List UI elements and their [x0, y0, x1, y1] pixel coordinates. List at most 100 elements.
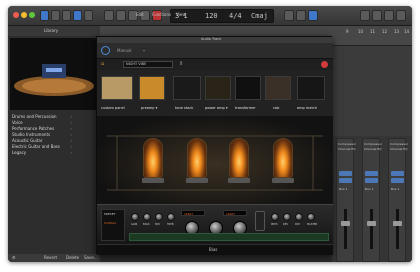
- lcd-key: Cmaj: [251, 12, 268, 20]
- bus-send-button[interactable]: [391, 178, 404, 183]
- library-footer: ⚙ Revert Delete Save...: [8, 254, 100, 262]
- plugin-window-title: Audio Track: [201, 37, 222, 41]
- ruler-mark: 14: [404, 29, 410, 34]
- browser-button[interactable]: [384, 10, 394, 21]
- rewind-button[interactable]: [104, 10, 114, 21]
- library-title: Library: [44, 28, 58, 33]
- library-item-legacy[interactable]: Legacy ›: [12, 150, 96, 156]
- volume-fader[interactable]: [393, 221, 402, 226]
- bus-send-button[interactable]: [339, 178, 352, 183]
- library-toggle-button[interactable]: [40, 10, 49, 21]
- library-panel: Library Drums and Percussion › Voice › Per…: [8, 26, 100, 262]
- treble-knob[interactable]: [167, 213, 175, 221]
- export-icon[interactable]: ⇪: [179, 62, 183, 67]
- reverb-knob[interactable]: [283, 213, 291, 221]
- circuit-lines: [107, 135, 323, 191]
- inspector-button[interactable]: [396, 10, 406, 21]
- ruler-mark: 12: [382, 29, 388, 34]
- stage-image: [10, 38, 98, 110]
- home-icon[interactable]: ⌂: [101, 62, 104, 67]
- delete-button[interactable]: Delete: [66, 256, 79, 260]
- plugin-header: Manual ▾: [97, 43, 333, 59]
- tube-socket: [142, 178, 164, 183]
- presence-knob[interactable]: [271, 213, 279, 221]
- bypass-switch[interactable]: [255, 211, 265, 231]
- vacuum-tube: [229, 138, 249, 178]
- ruler-mark: 11: [370, 29, 376, 34]
- loops-button[interactable]: [372, 10, 382, 21]
- signal-label: custom panel: [101, 106, 125, 110]
- record-icon[interactable]: [321, 61, 328, 68]
- volume-fader-track: [344, 209, 347, 249]
- main-toolbar: 3 1 120 4/4 Cmaj: [8, 6, 412, 26]
- chevron-right-icon: ›: [70, 144, 72, 149]
- save-button[interactable]: Save...: [84, 256, 98, 260]
- volume-fader[interactable]: [341, 221, 350, 226]
- bus-send-button[interactable]: [365, 178, 378, 183]
- custom-panel-module[interactable]: [101, 76, 133, 100]
- metronome-button[interactable]: [308, 10, 318, 21]
- channel-strip: Compressor Channel EQ Bus 1: [388, 138, 408, 262]
- vacuum-tube: [187, 138, 207, 178]
- transformer-module[interactable]: [235, 76, 261, 100]
- pedal-strip[interactable]: [129, 233, 329, 241]
- ruler-mark: 9: [346, 29, 349, 34]
- minimize-window-button[interactable]: [21, 12, 27, 18]
- signal-label: tone stack: [175, 106, 194, 110]
- tube-socket: [228, 178, 250, 183]
- tube-socket: [186, 178, 208, 183]
- tone-stack-module[interactable]: [173, 76, 201, 100]
- revert-button[interactable]: Revert: [44, 256, 57, 260]
- gear-icon[interactable]: ⚙: [12, 256, 16, 260]
- view-menu[interactable]: View: [176, 13, 186, 17]
- bus-send-button[interactable]: [391, 171, 404, 176]
- patch-preview-image: [10, 38, 98, 110]
- right-tube-display[interactable]: 12AX7: [223, 210, 247, 216]
- lcd-tempo: 120: [205, 12, 218, 20]
- cycle-button[interactable]: [284, 10, 294, 21]
- master-knob[interactable]: [307, 213, 315, 221]
- gain-knob[interactable]: [131, 213, 139, 221]
- preamp-module[interactable]: [139, 76, 165, 100]
- bass-knob[interactable]: [143, 213, 151, 221]
- bus-send-button[interactable]: [365, 171, 378, 176]
- chevron-right-icon: ›: [70, 126, 72, 131]
- mixer-fader-row: [100, 254, 332, 262]
- zoom-window-button[interactable]: [29, 12, 35, 18]
- power-amp-module[interactable]: [205, 76, 231, 100]
- plugin-subbar: ⌂ NIGHT VIBE ⇪: [97, 59, 333, 70]
- signal-chain: custom panel preamp ▾ tone stack power a…: [97, 70, 333, 116]
- chevron-down-icon[interactable]: ▾: [143, 49, 145, 53]
- chevron-right-icon: ›: [70, 138, 72, 143]
- volume-fader[interactable]: [367, 221, 376, 226]
- logic-window: 3 1 120 4/4 Cmaj Library Drums and Percu…: [8, 6, 412, 262]
- toolbar-toggle-button[interactable]: [62, 10, 71, 21]
- signal-label: amp match: [297, 106, 317, 110]
- signal-label: preamp ▾: [141, 106, 158, 110]
- mixer-toggle-button[interactable]: [84, 10, 93, 21]
- cab-module[interactable]: [265, 76, 291, 100]
- functions-menu[interactable]: Functions: [152, 13, 171, 17]
- amp-name-field[interactable]: NIGHT VIBE: [123, 61, 173, 68]
- forward-button[interactable]: [116, 10, 126, 21]
- amp-match-module[interactable]: [297, 76, 325, 100]
- preset-select[interactable]: Manual: [117, 49, 132, 53]
- amp-tube-view: [97, 116, 333, 204]
- preset-box: PRESET Untitled: [101, 209, 125, 241]
- ruler-mark: 13: [394, 29, 400, 34]
- chevron-right-icon: ›: [70, 114, 72, 119]
- footer-label: Bias: [209, 247, 218, 252]
- bus-send-button[interactable]: [339, 171, 352, 176]
- mid-knob[interactable]: [155, 213, 163, 221]
- signal-label: transformer: [235, 106, 256, 110]
- power-icon[interactable]: [101, 46, 110, 55]
- help-button[interactable]: [51, 10, 60, 21]
- left-tube-display[interactable]: 12AX7: [181, 210, 205, 216]
- smart-controls-button[interactable]: [73, 10, 82, 21]
- tuner-button[interactable]: [296, 10, 306, 21]
- dry-knob[interactable]: [295, 213, 303, 221]
- edit-menu[interactable]: Edit: [136, 13, 144, 17]
- lcd-signature: 4/4: [229, 12, 242, 20]
- close-window-button[interactable]: [13, 12, 19, 18]
- notes-button[interactable]: [360, 10, 370, 21]
